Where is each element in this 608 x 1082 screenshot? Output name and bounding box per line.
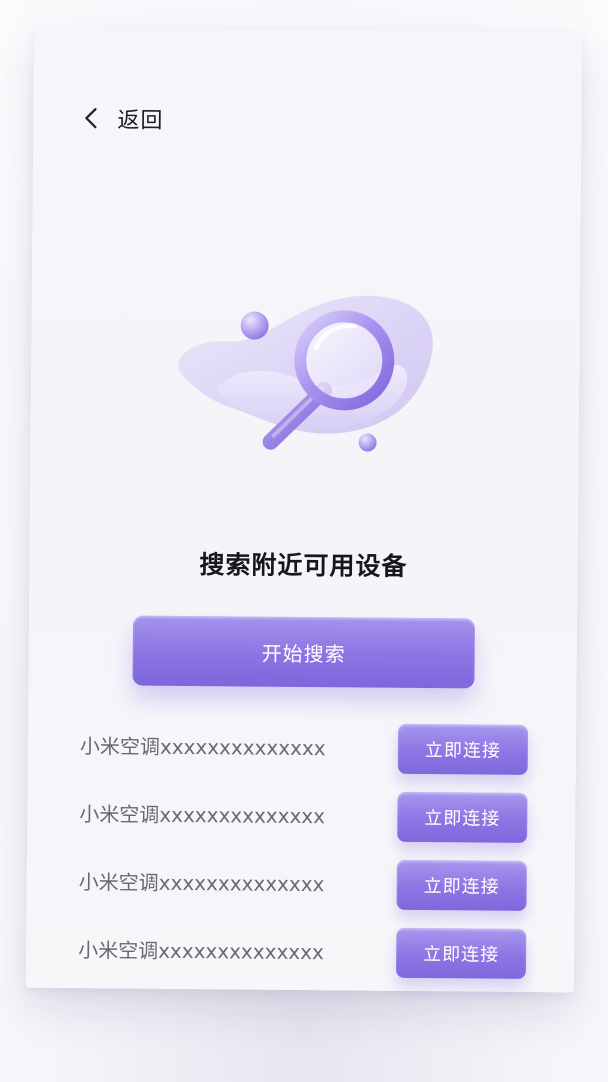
list-item: 小米空调xxxxxxxxxxxxxx 立即连接: [80, 721, 530, 775]
list-item: 小米空调xxxxxxxxxxxxxx 立即连接: [78, 925, 528, 979]
connect-button[interactable]: 立即连接: [396, 859, 527, 911]
page-title: 搜索附近可用设备: [199, 550, 408, 581]
device-name: 小米空调xxxxxxxxxxxxxx: [78, 870, 325, 897]
start-search-button[interactable]: 开始搜索: [132, 615, 476, 689]
search-illustration: [155, 269, 458, 472]
list-item: 小米空调xxxxxxxxxxxxxx 立即连接: [79, 857, 529, 911]
connect-button[interactable]: 立即连接: [397, 791, 528, 843]
chevron-left-icon: [81, 105, 103, 131]
device-name: 小米空调xxxxxxxxxxxxxx: [79, 734, 326, 761]
device-name: 小米空调xxxxxxxxxxxxxx: [78, 938, 324, 965]
app-screen: 返回 搜索附近可用设备 开始搜索 小米空调xxxxxxxxxxxxxx 立即连接…: [25, 27, 583, 993]
device-name: 小米空调xxxxxxxxxxxxxx: [79, 802, 326, 829]
magnifier-icon: [178, 295, 458, 452]
back-label: 返回: [117, 108, 164, 134]
connect-button[interactable]: 立即连接: [397, 723, 529, 775]
list-item: 小米空调xxxxxxxxxxxxxx 立即连接: [79, 789, 529, 843]
connect-button[interactable]: 立即连接: [395, 927, 527, 979]
back-button[interactable]: 返回: [81, 102, 164, 135]
